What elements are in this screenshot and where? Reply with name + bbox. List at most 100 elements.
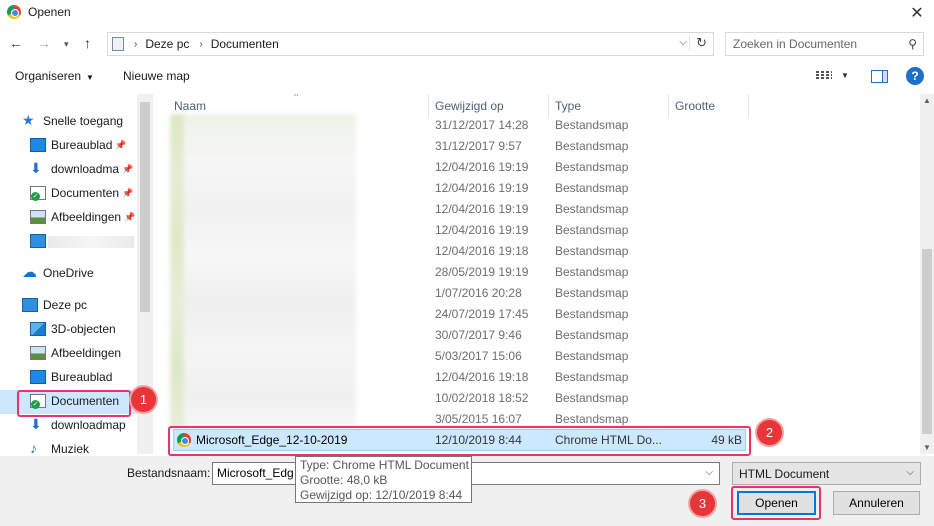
table-row[interactable]: 10/02/2018 18:52 Bestandsmap	[160, 388, 920, 409]
dropdown-triangle-icon: ▼	[86, 73, 94, 82]
sidebar-item-documents-pinned[interactable]: Documenten📌	[30, 182, 133, 204]
search-input[interactable]	[733, 37, 898, 51]
table-row[interactable]: 12/04/2016 19:19 Bestandsmap	[160, 220, 920, 241]
modified-cell: 24/07/2019 17:45	[435, 307, 529, 321]
modified-cell: 30/07/2017 9:46	[435, 328, 522, 342]
computer-icon	[22, 298, 38, 312]
sidebar-item-downloads-pinned[interactable]: downloadma📌	[30, 158, 133, 180]
close-icon[interactable]: ✕	[908, 3, 926, 23]
tooltip-type: Type: Chrome HTML Document	[300, 458, 469, 472]
step-marker-3: 3	[688, 489, 717, 518]
view-options-chevron-icon[interactable]: ▼	[841, 71, 849, 80]
blurred-label	[48, 236, 134, 248]
breadcrumb-documents[interactable]: Documenten	[211, 37, 279, 51]
sidebar-item-label: Muziek	[51, 442, 90, 454]
sidebar-item-downloadmap[interactable]: downloadmap	[30, 414, 126, 436]
refresh-icon[interactable]: ↻	[689, 35, 707, 51]
breadcrumb-separator-icon[interactable]: ›	[134, 39, 137, 50]
sidebar-item-label: 3D-objecten	[51, 322, 116, 336]
sidebar-item-music[interactable]: Muziek	[30, 438, 89, 454]
chevron-down-icon[interactable]: ⌵	[705, 467, 713, 478]
table-row[interactable]: 30/07/2017 9:46 Bestandsmap	[160, 325, 920, 346]
type-cell: Bestandsmap	[555, 118, 629, 132]
view-options-icon[interactable]	[816, 70, 832, 82]
sidebar-item-onedrive[interactable]: OneDrive	[22, 262, 94, 284]
new-folder-button[interactable]: Nieuwe map	[123, 69, 190, 83]
cancel-button[interactable]: Annuleren	[833, 491, 920, 515]
tooltip-size: Grootte: 48,0 kB	[300, 473, 388, 487]
table-row[interactable]: 12/04/2016 19:18 Bestandsmap	[160, 367, 920, 388]
sidebar-item-quick-access[interactable]: Snelle toegang	[22, 110, 123, 132]
table-row[interactable]: 28/05/2019 19:19 Bestandsmap	[160, 262, 920, 283]
sort-ascending-icon: ^	[294, 94, 299, 101]
table-row[interactable]: 5/03/2017 15:06 Bestandsmap	[160, 346, 920, 367]
sidebar-item-label: Deze pc	[43, 298, 88, 312]
file-type-select[interactable]: HTML Document ⌵	[732, 462, 921, 485]
sidebar-item-desktop[interactable]: Bureaublad	[30, 366, 112, 388]
scroll-up-icon[interactable]: ▲	[923, 96, 931, 105]
type-cell: Bestandsmap	[555, 391, 629, 405]
table-row[interactable]: 12/04/2016 19:19 Bestandsmap	[160, 157, 920, 178]
documents-icon	[30, 186, 46, 201]
sidebar-item-3d-objects[interactable]: 3D-objecten	[30, 318, 116, 340]
type-cell: Bestandsmap	[555, 202, 629, 216]
modified-cell: 12/04/2016 19:19	[435, 223, 529, 237]
music-icon	[30, 440, 46, 454]
scrollbar-thumb[interactable]	[140, 102, 150, 312]
file-info-tooltip: Type: Chrome HTML Document Grootte: 48,0…	[295, 456, 472, 503]
cloud-icon	[22, 263, 38, 281]
back-arrow-icon[interactable]: ←	[9, 35, 23, 51]
modified-cell: 1/07/2016 20:28	[435, 286, 522, 300]
organize-menu-button[interactable]: Organiseren ▼	[15, 69, 94, 83]
sidebar-item-this-pc[interactable]: Deze pc	[22, 294, 87, 316]
chrome-icon	[7, 5, 21, 19]
table-row[interactable]: 24/07/2019 17:45 Bestandsmap	[160, 304, 920, 325]
search-icon[interactable]: ⚲	[908, 37, 917, 51]
file-list-scrollbar[interactable]: ▲ ▼	[920, 94, 934, 454]
sidebar-item-label: Documenten	[51, 186, 120, 200]
type-cell: Bestandsmap	[555, 244, 629, 258]
desktop-icon	[30, 138, 46, 152]
file-list: Naam ^ Gewijzigd op Type Grootte 31/12/2…	[160, 94, 920, 454]
scroll-down-icon[interactable]: ▼	[923, 443, 931, 452]
table-row[interactable]: 1/07/2016 20:28 Bestandsmap	[160, 283, 920, 304]
pin-icon: 📌	[122, 163, 134, 174]
search-box[interactable]: ⚲	[725, 32, 924, 56]
breadcrumb-this-pc[interactable]: Deze pc	[145, 37, 189, 51]
address-bar[interactable]: › Deze pc › Documenten ⌵ ↻	[107, 32, 714, 56]
table-row[interactable]: 12/04/2016 19:19 Bestandsmap	[160, 199, 920, 220]
table-row[interactable]: 12/04/2016 19:19 Bestandsmap	[160, 178, 920, 199]
table-row[interactable]: 31/12/2017 14:28 Bestandsmap	[160, 115, 920, 136]
type-cell: Bestandsmap	[555, 223, 629, 237]
modified-cell: 31/12/2017 9:57	[435, 139, 522, 153]
filename-label: Bestandsnaam:	[127, 466, 211, 480]
modified-cell: 12/04/2016 19:18	[435, 370, 529, 384]
preview-pane-icon[interactable]	[871, 70, 888, 83]
forward-arrow-icon[interactable]: →	[37, 35, 51, 51]
modified-cell: 12/04/2016 19:18	[435, 244, 529, 258]
step-marker-2: 2	[755, 418, 784, 447]
breadcrumb-separator-icon[interactable]: ›	[199, 39, 202, 50]
up-arrow-icon[interactable]: ↑	[84, 35, 91, 51]
modified-cell: 12/04/2016 19:19	[435, 202, 529, 216]
scrollbar-thumb[interactable]	[922, 249, 932, 434]
3d-objects-icon	[30, 322, 46, 336]
address-history-chevron-icon[interactable]: ⌵	[679, 37, 687, 48]
monitor-icon	[30, 234, 46, 248]
download-icon	[30, 160, 46, 177]
address-row: ← → ▾ ↑ › Deze pc › Documenten ⌵ ↻ ⚲	[0, 31, 934, 57]
type-cell: Bestandsmap	[555, 412, 629, 426]
sidebar-item-pictures-pinned[interactable]: Afbeeldingen 📌	[30, 206, 135, 228]
sidebar-item-label: Snelle toegang	[43, 114, 124, 128]
annotation-highlight-file	[168, 426, 751, 456]
sidebar-item-desktop-pinned[interactable]: Bureaublad 📌	[30, 134, 127, 156]
sidebar-item-label: Afbeeldingen	[51, 210, 122, 224]
table-row[interactable]: 31/12/2017 9:57 Bestandsmap	[160, 136, 920, 157]
recent-locations-chevron-icon[interactable]: ▾	[64, 39, 69, 50]
table-row[interactable]: 12/04/2016 19:18 Bestandsmap	[160, 241, 920, 262]
modified-cell: 12/04/2016 19:19	[435, 181, 529, 195]
modified-cell: 12/04/2016 19:19	[435, 160, 529, 174]
sidebar-item-label: Bureaublad	[51, 138, 113, 152]
sidebar-item-pictures[interactable]: Afbeeldingen	[30, 342, 121, 364]
help-icon[interactable]: ?	[906, 67, 924, 85]
